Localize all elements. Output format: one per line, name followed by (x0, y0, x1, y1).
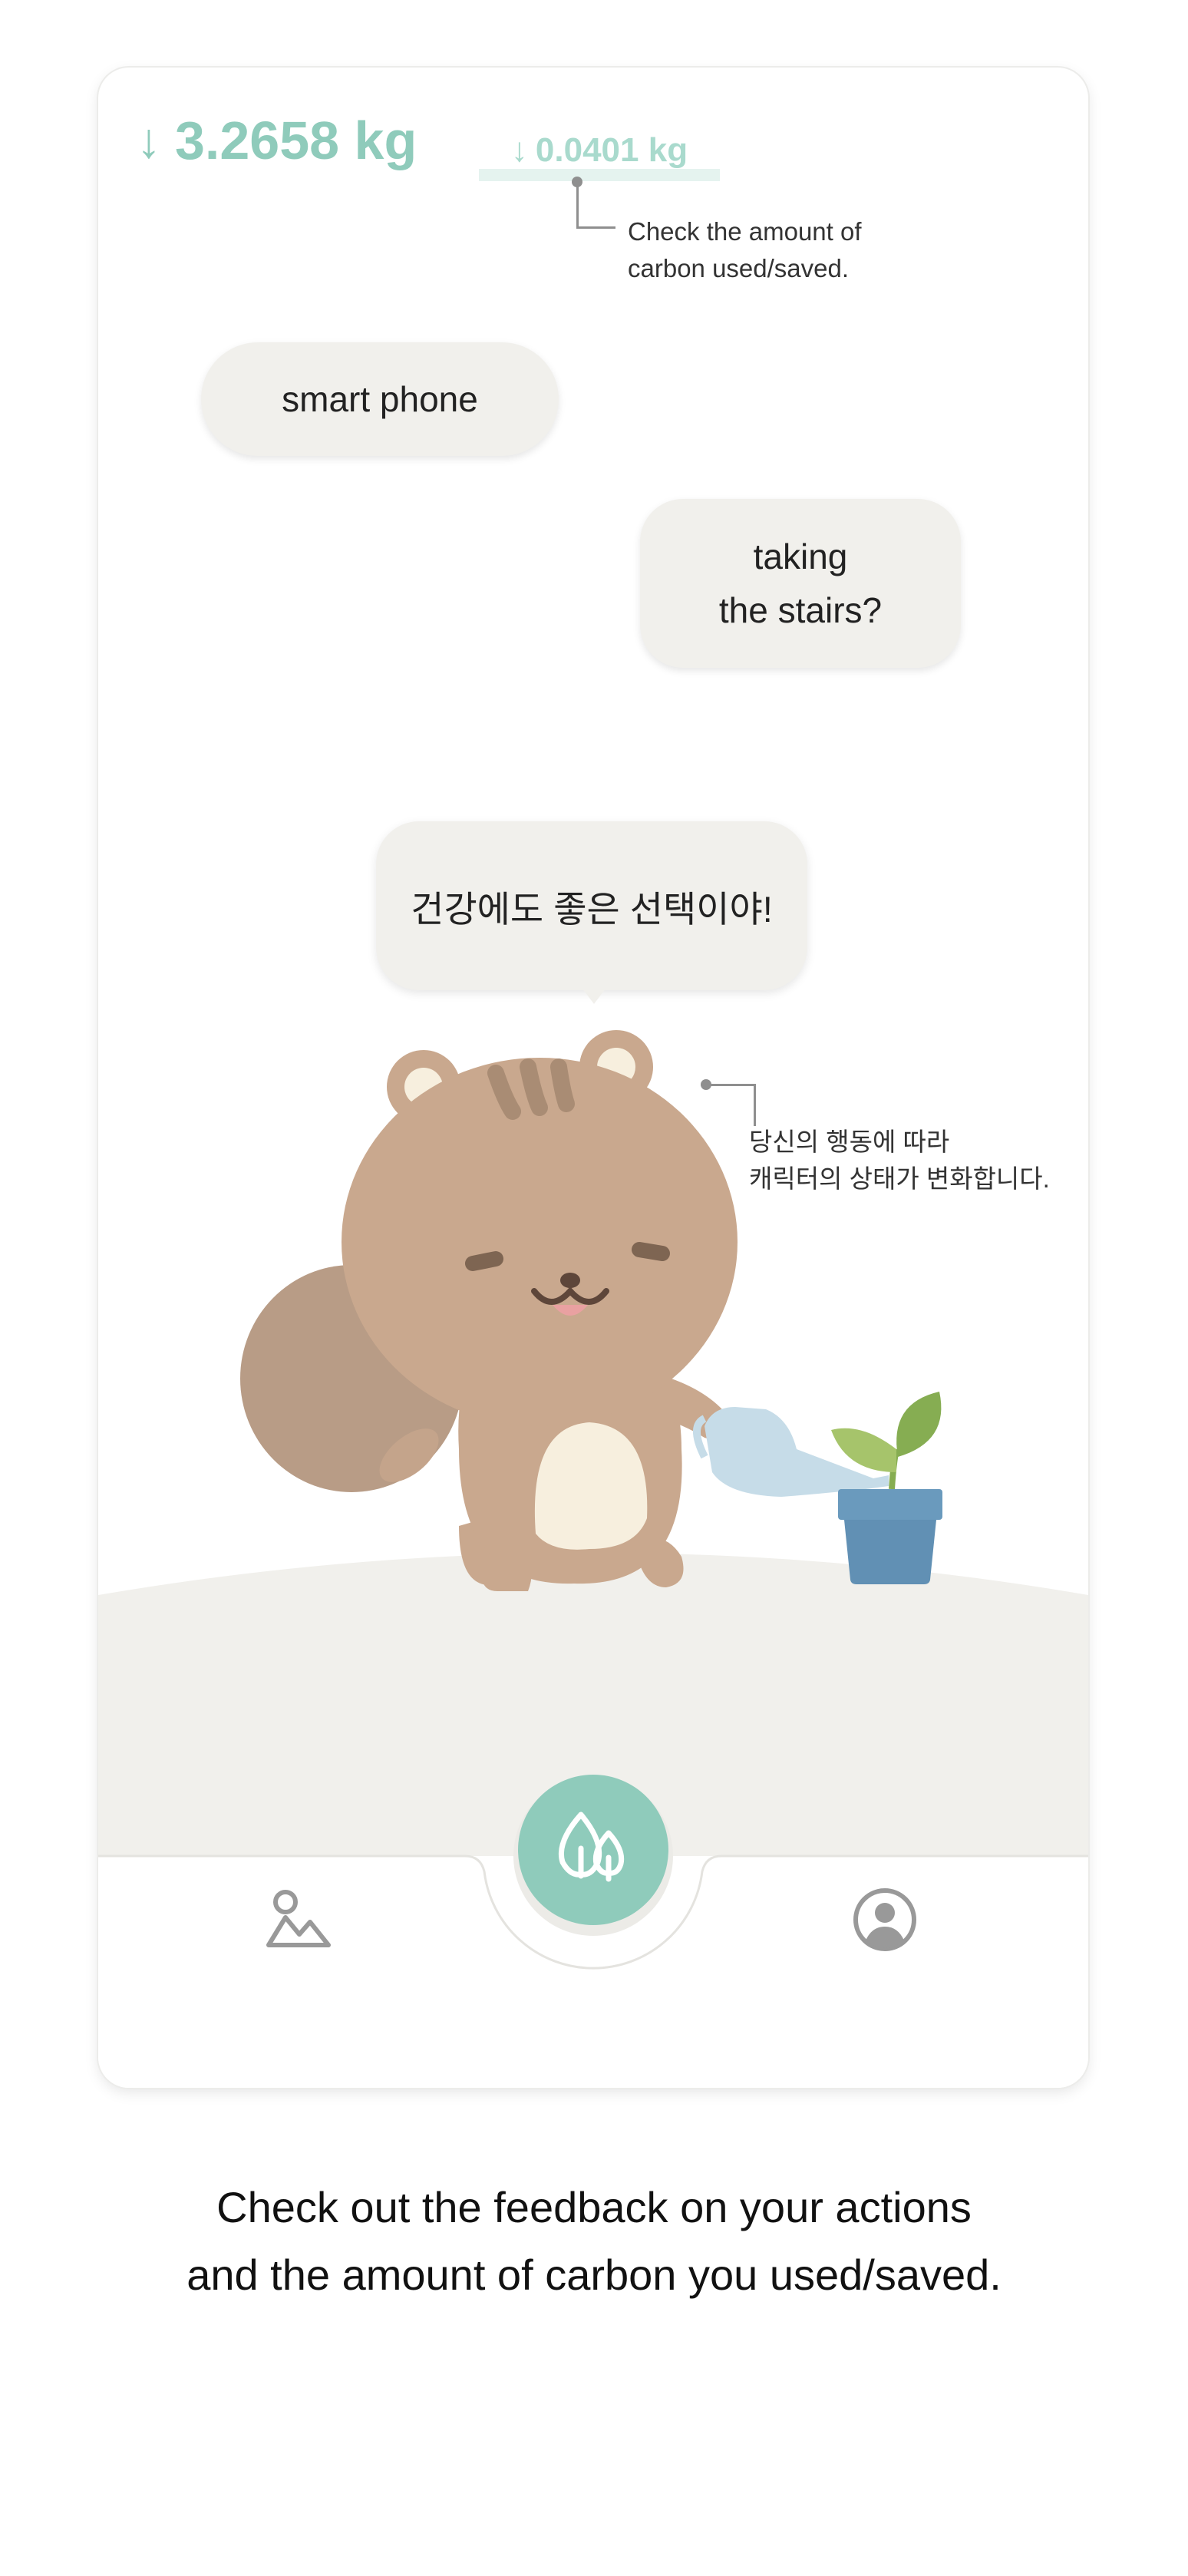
callout-line (576, 182, 615, 229)
activity-bubble-smart-phone[interactable]: smart phone (201, 342, 559, 456)
down-arrow-icon: ↓ (510, 131, 528, 169)
caption: Check out the feedback on your actions a… (0, 2174, 1188, 2309)
landscape-icon[interactable] (266, 1888, 332, 1950)
caption-line: Check out the feedback on your actions (216, 2183, 972, 2231)
app-screen: ↓ 3.2658 kg ↓ 0.0401 kg Check the amount… (98, 68, 1088, 2088)
carbon-note: Check the amount of carbon used/saved. (628, 217, 862, 282)
character-speech-bubble: 건강에도 좋은 선택이야! (376, 821, 807, 990)
delta-carbon: ↓ 0.0401 kg (479, 124, 720, 177)
activity-bubble-stairs[interactable]: taking the stairs? (640, 499, 961, 668)
total-carbon: ↓ 3.2658 kg (137, 111, 417, 170)
down-arrow-icon: ↓ (137, 113, 161, 168)
trees-icon[interactable] (547, 1802, 639, 1894)
total-carbon-value: 3.2658 kg (175, 111, 417, 170)
callout-line (706, 1084, 756, 1126)
delta-carbon-value: 0.0401 kg (535, 131, 688, 169)
profile-icon[interactable] (852, 1887, 918, 1953)
character-note: 당신의 행동에 따라 캐릭터의 상태가 변화합니다. (749, 1128, 1050, 1193)
speech-tail (580, 986, 608, 1004)
caption-line: and the amount of carbon you used/saved. (186, 2251, 1002, 2299)
